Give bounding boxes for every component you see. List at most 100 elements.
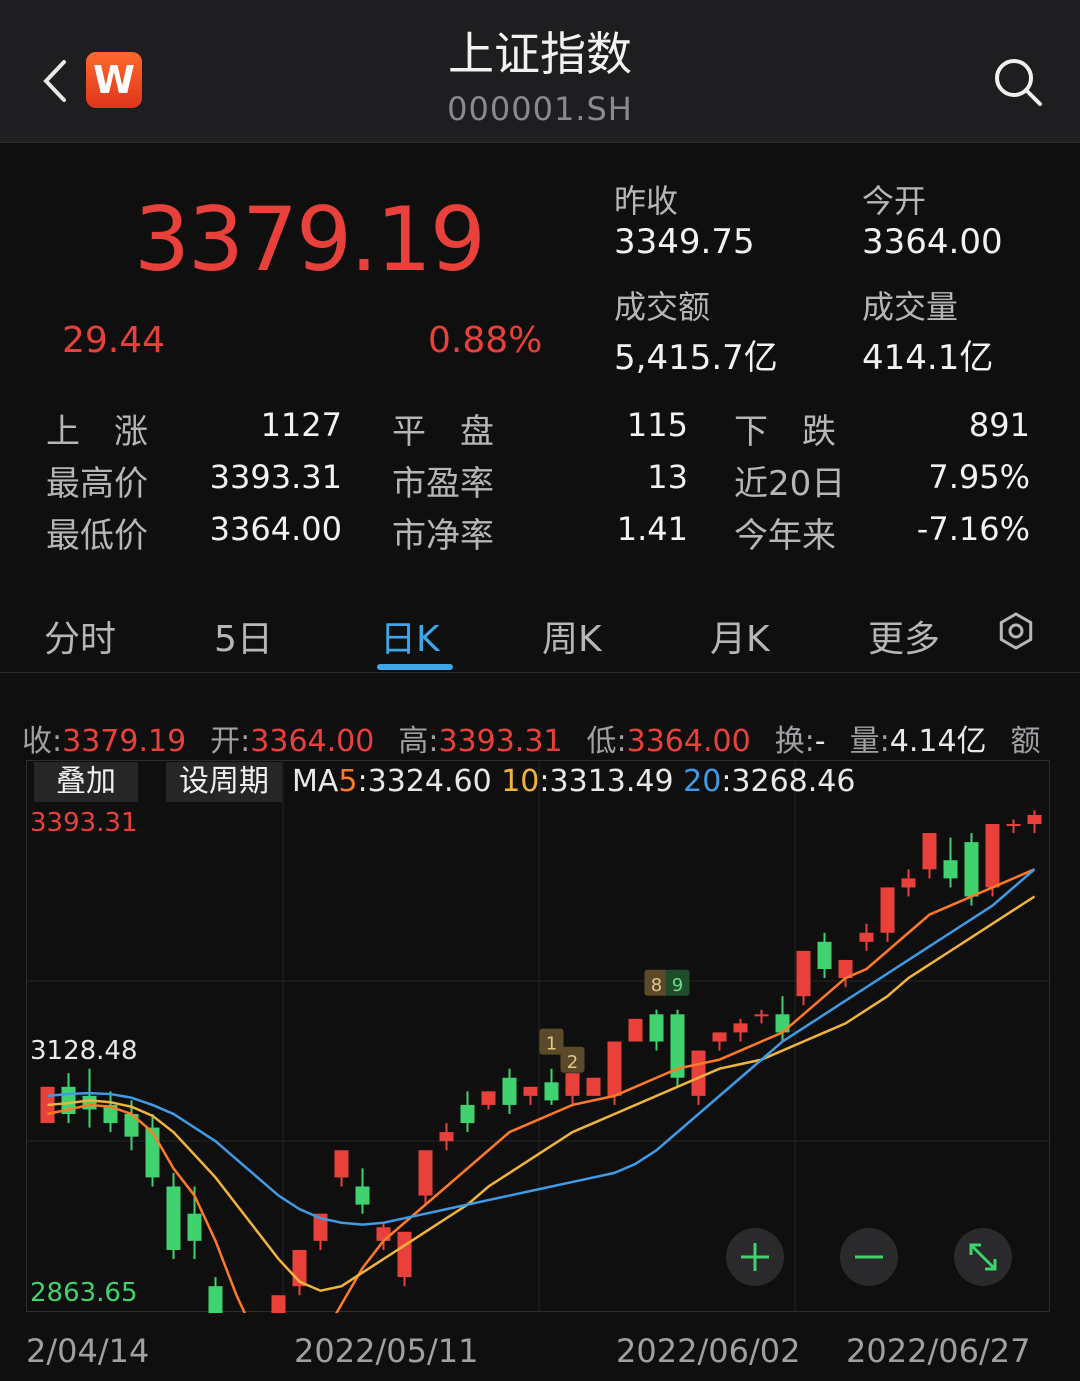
candle-up [586, 1077, 601, 1096]
ma5-val: :3324.60 [357, 764, 492, 799]
y-axis-low: 2863.65 [30, 1278, 138, 1308]
current-price: 3379.19 [134, 188, 486, 291]
candle-up [880, 887, 895, 933]
open-value: 3364.00 [862, 222, 1003, 262]
zoom-out-button[interactable] [840, 1228, 898, 1286]
turnover-value: 5,415.7亿 [614, 338, 778, 378]
candle-up [1027, 814, 1042, 824]
tab-more[interactable]: 更多 [868, 610, 940, 662]
search-icon[interactable] [990, 54, 1046, 110]
high-key: 高: [398, 724, 439, 759]
candle-up [712, 1032, 727, 1042]
flat-label: 平 盘 [392, 412, 494, 452]
tab-daily-k[interactable]: 日K [380, 610, 440, 662]
candle-down [145, 1127, 160, 1178]
high-label: 最高价 [46, 464, 148, 504]
fall-value: 891 [968, 406, 1030, 444]
active-tab-indicator [377, 664, 453, 670]
pe-value: 13 [647, 458, 688, 496]
y-axis-mid: 3128.48 [30, 1036, 138, 1066]
candle-down [355, 1186, 370, 1205]
fall-label: 下 跌 [734, 412, 836, 452]
open-label: 今开 [862, 182, 927, 220]
signal-marker-label: 8 [651, 975, 662, 996]
vol-val: 4.14亿 [889, 724, 987, 759]
plus-icon [741, 1243, 769, 1271]
low-val: 3364.00 [626, 724, 751, 759]
signal-marker-label: 9 [672, 975, 683, 996]
turn-val: - [814, 724, 826, 759]
turn-key: 换: [774, 724, 815, 759]
candle-down [817, 941, 832, 969]
candle-up [607, 1041, 622, 1096]
pe-label: 市盈率 [392, 464, 494, 504]
ma10-val: :3313.49 [539, 764, 674, 799]
d20-value: 7.95% [928, 458, 1030, 496]
settings-icon[interactable] [996, 611, 1036, 651]
candle-up [418, 1150, 433, 1196]
rise-value: 1127 [260, 406, 342, 444]
ma5-num: 5 [338, 764, 358, 799]
candle-down [544, 1082, 559, 1101]
ma20-val: :3268.46 [721, 764, 856, 799]
d20-label: 近20日 [734, 464, 846, 504]
volume-label: 成交量 [862, 288, 959, 326]
price-change-pct: 0.88% [428, 320, 543, 361]
vol-key: 量: [849, 724, 890, 759]
candle-up [754, 1014, 769, 1017]
expand-icon [969, 1243, 997, 1271]
candle-up [691, 1050, 706, 1096]
candle-up [481, 1091, 496, 1105]
candle-down [166, 1186, 181, 1250]
ma5-key: MA [292, 764, 339, 799]
candle-down [943, 860, 958, 879]
candle-up [901, 878, 916, 888]
page-title: 上证指数 [448, 27, 632, 81]
prev-close-value: 3349.75 [614, 222, 755, 262]
rise-label: 上 涨 [46, 412, 148, 452]
tab-intraday[interactable]: 分时 [44, 610, 116, 662]
x-label-3: 2022/06/27 [846, 1332, 1031, 1370]
candle-down [964, 842, 979, 897]
candle-up [397, 1231, 412, 1278]
ma20-num: 20 [683, 764, 722, 799]
turnover-label: 成交额 [614, 288, 711, 326]
candle-up [985, 823, 1000, 888]
ma10-num: 10 [501, 764, 540, 799]
candle-up [1006, 823, 1021, 826]
pb-value: 1.41 [616, 510, 688, 548]
candle-up [796, 950, 811, 997]
ohlc-bar: 收:3379.19 开:3364.00 高:3393.31 低:3364.00 换:- 量… [22, 716, 1080, 760]
open-key: 开: [210, 724, 251, 759]
prev-close-label: 昨收 [614, 182, 679, 220]
volume-value: 414.1亿 [862, 338, 994, 378]
tab-weekly-k[interactable]: 周K [542, 610, 602, 662]
x-label-0: 2/04/14 [26, 1332, 150, 1370]
tab-monthly-k[interactable]: 月K [710, 610, 770, 662]
candle-up [376, 1227, 391, 1241]
candle-up [439, 1132, 454, 1142]
candle-down [502, 1077, 517, 1105]
set-period-button[interactable]: 设周期 [166, 762, 282, 802]
candle-up [334, 1150, 349, 1178]
pb-label: 市净率 [392, 516, 494, 556]
candle-up [271, 1295, 286, 1313]
candle-up [628, 1018, 643, 1042]
tabs-divider [0, 672, 1080, 673]
x-label-2: 2022/06/02 [616, 1332, 801, 1370]
candle-down [649, 1014, 664, 1042]
open-val: 3364.00 [250, 724, 375, 759]
overlay-button[interactable]: 叠加 [34, 762, 138, 802]
price-change: 29.44 [62, 320, 166, 361]
zoom-in-button[interactable] [726, 1228, 784, 1286]
fullscreen-button[interactable] [954, 1228, 1012, 1286]
amt-key: 额 [1010, 724, 1041, 759]
candle-up [565, 1073, 580, 1096]
high-value: 3393.31 [209, 458, 342, 496]
signal-marker-label: 2 [567, 1052, 578, 1073]
candle-up [733, 1023, 748, 1033]
tab-5day[interactable]: 5日 [214, 610, 273, 662]
x-label-1: 2022/05/11 [294, 1332, 479, 1370]
candle-down [82, 1095, 97, 1110]
flat-value: 115 [626, 406, 688, 444]
